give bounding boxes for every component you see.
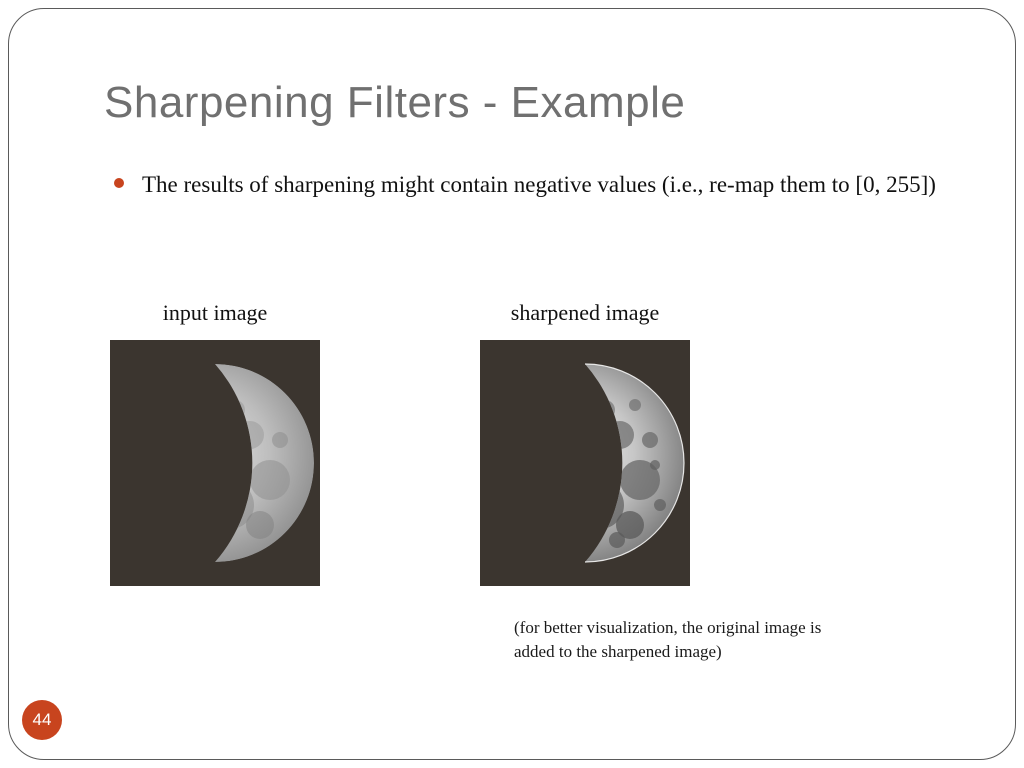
image-comparison-row: input image — [110, 300, 934, 586]
input-image — [110, 340, 320, 586]
moon-sharp-icon — [480, 340, 690, 586]
input-image-caption: input image — [163, 300, 267, 326]
sharpened-image-column: sharpened image — [480, 300, 690, 586]
input-image-column: input image — [110, 300, 320, 586]
bullet-icon — [114, 178, 124, 188]
slide-title: Sharpening Filters - Example — [104, 78, 685, 128]
footnote-text: (for better visualization, the original … — [514, 616, 844, 664]
page-number-badge: 44 — [22, 700, 62, 740]
sharpened-image-caption: sharpened image — [511, 300, 659, 326]
bullet-text: The results of sharpening might contain … — [142, 168, 936, 201]
bullet-item: The results of sharpening might contain … — [114, 168, 944, 201]
moon-icon — [110, 340, 320, 586]
sharpened-image — [480, 340, 690, 586]
